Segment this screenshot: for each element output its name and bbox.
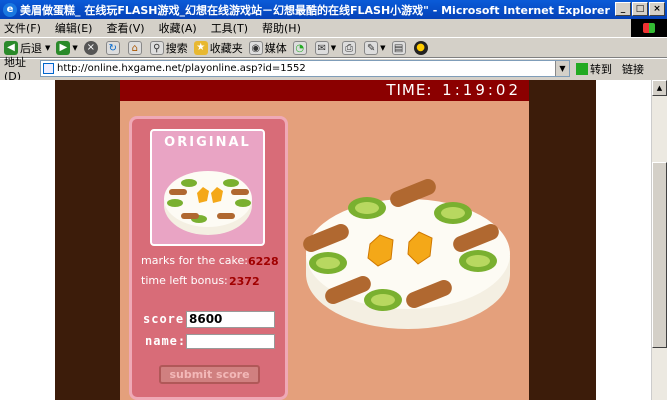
vertical-scrollbar[interactable]: ▲	[651, 80, 667, 400]
scroll-thumb[interactable]	[652, 162, 667, 348]
refresh-button[interactable]: ↻	[105, 40, 122, 55]
marks-value: 6228	[248, 255, 279, 268]
address-url: http://online.hxgame.net/playonline.asp?…	[57, 63, 306, 74]
messenger-button[interactable]: ●	[413, 40, 430, 55]
favorites-icon: ★	[193, 40, 208, 55]
refresh-icon: ↻	[105, 40, 120, 55]
address-bar: 地址(D) http://online.hxgame.net/playonlin…	[0, 56, 667, 83]
stop-button[interactable]: ×	[83, 40, 100, 55]
address-input[interactable]: http://online.hxgame.net/playonline.asp?…	[40, 60, 570, 77]
name-input[interactable]	[186, 334, 275, 349]
menu-favorites[interactable]: 收藏(A)	[159, 20, 197, 36]
cake-canvas[interactable]	[296, 174, 521, 334]
minimize-button[interactable]: _	[615, 2, 631, 16]
address-label: 地址(D)	[4, 56, 26, 83]
links-button[interactable]: 链接	[622, 61, 644, 77]
score-label: score:	[143, 312, 193, 326]
scroll-up-icon[interactable]: ▲	[652, 80, 667, 96]
kiwi-slice-icon	[309, 252, 347, 274]
penguin-icon: ●	[413, 40, 428, 55]
time-label: TIME:	[386, 81, 433, 99]
windows-logo-icon	[631, 19, 667, 37]
marks-label: marks for the cake:	[141, 254, 248, 267]
bonus-label: time left bonus:	[141, 274, 228, 287]
mail-button[interactable]: ✉ ▼	[314, 40, 336, 55]
go-arrow-icon	[576, 62, 588, 75]
discuss-icon: ▤	[391, 40, 406, 55]
back-dropdown-icon[interactable]: ▼	[45, 44, 50, 52]
page-icon	[43, 63, 54, 74]
mail-icon: ✉	[314, 40, 329, 55]
menu-edit[interactable]: 编辑(E)	[55, 20, 93, 36]
time-value: 1:19:02	[442, 81, 521, 99]
menu-view[interactable]: 查看(V)	[106, 20, 144, 36]
forward-button[interactable]: ▶ ▼	[56, 40, 78, 55]
kiwi-slice-icon	[348, 197, 386, 219]
original-cake-image	[164, 171, 252, 235]
menu-bar: 文件(F) 编辑(E) 查看(V) 收藏(A) 工具(T) 帮助(H)	[0, 19, 667, 37]
menu-help[interactable]: 帮助(H)	[262, 20, 301, 36]
stop-icon: ×	[83, 40, 98, 55]
toolbar: ◀ 后退 ▼ ▶ ▼ × ↻ ⌂ ⚲ 搜索 ★ 收藏夹 ◉ 媒体 ◔ ✉ ▼ ⎙…	[0, 37, 667, 58]
media-icon: ◉	[248, 40, 263, 55]
bonus-value: 2372	[229, 275, 260, 288]
original-preview: ORIGINAL	[150, 129, 265, 246]
media-button[interactable]: ◉ 媒体	[248, 40, 287, 56]
kiwi-slice-icon	[364, 289, 402, 311]
history-icon: ◔	[292, 40, 307, 55]
ie-icon: e	[3, 2, 17, 17]
mail-dropdown-icon[interactable]: ▼	[331, 44, 336, 52]
close-button[interactable]: ×	[649, 2, 665, 16]
search-button[interactable]: ⚲ 搜索	[149, 40, 188, 56]
window-title: 美眉做蛋糕_ 在线玩FLASH游戏_幻想在线游戏站－幻想最酷的在线FLASH小游…	[20, 3, 610, 17]
edit-button[interactable]: ✎ ▼	[364, 40, 386, 55]
kiwi-slice-icon	[434, 202, 472, 224]
title-bar: e 美眉做蛋糕_ 在线玩FLASH游戏_幻想在线游戏站－幻想最酷的在线FLASH…	[0, 0, 667, 19]
favorites-button[interactable]: ★ 收藏夹	[193, 40, 243, 56]
discuss-button[interactable]: ▤	[391, 40, 408, 55]
history-button[interactable]: ◔	[292, 40, 309, 55]
maximize-button[interactable]: □	[632, 2, 648, 16]
submit-score-button[interactable]: submit score	[159, 365, 260, 384]
time-bar: TIME: 1:19:02	[120, 80, 529, 101]
kiwi-slice-icon	[459, 250, 497, 272]
menu-tools[interactable]: 工具(T)	[211, 20, 248, 36]
score-field[interactable]: 8600	[186, 311, 275, 328]
go-button[interactable]: 转到	[576, 61, 612, 77]
original-label: ORIGINAL	[164, 135, 251, 150]
back-arrow-icon: ◀	[4, 40, 18, 55]
forward-arrow-icon: ▶	[56, 40, 71, 55]
name-label: name:	[145, 334, 187, 348]
menu-file[interactable]: 文件(F)	[4, 20, 41, 36]
edit-icon: ✎	[364, 40, 379, 55]
edit-dropdown-icon[interactable]: ▼	[380, 44, 385, 52]
home-button[interactable]: ⌂	[127, 40, 144, 55]
forward-dropdown-icon[interactable]: ▼	[72, 44, 77, 52]
search-icon: ⚲	[149, 40, 164, 55]
print-icon: ⎙	[342, 40, 357, 55]
address-dropdown-icon[interactable]: ▼	[555, 61, 569, 76]
print-button[interactable]: ⎙	[342, 40, 358, 55]
home-icon: ⌂	[127, 40, 142, 55]
